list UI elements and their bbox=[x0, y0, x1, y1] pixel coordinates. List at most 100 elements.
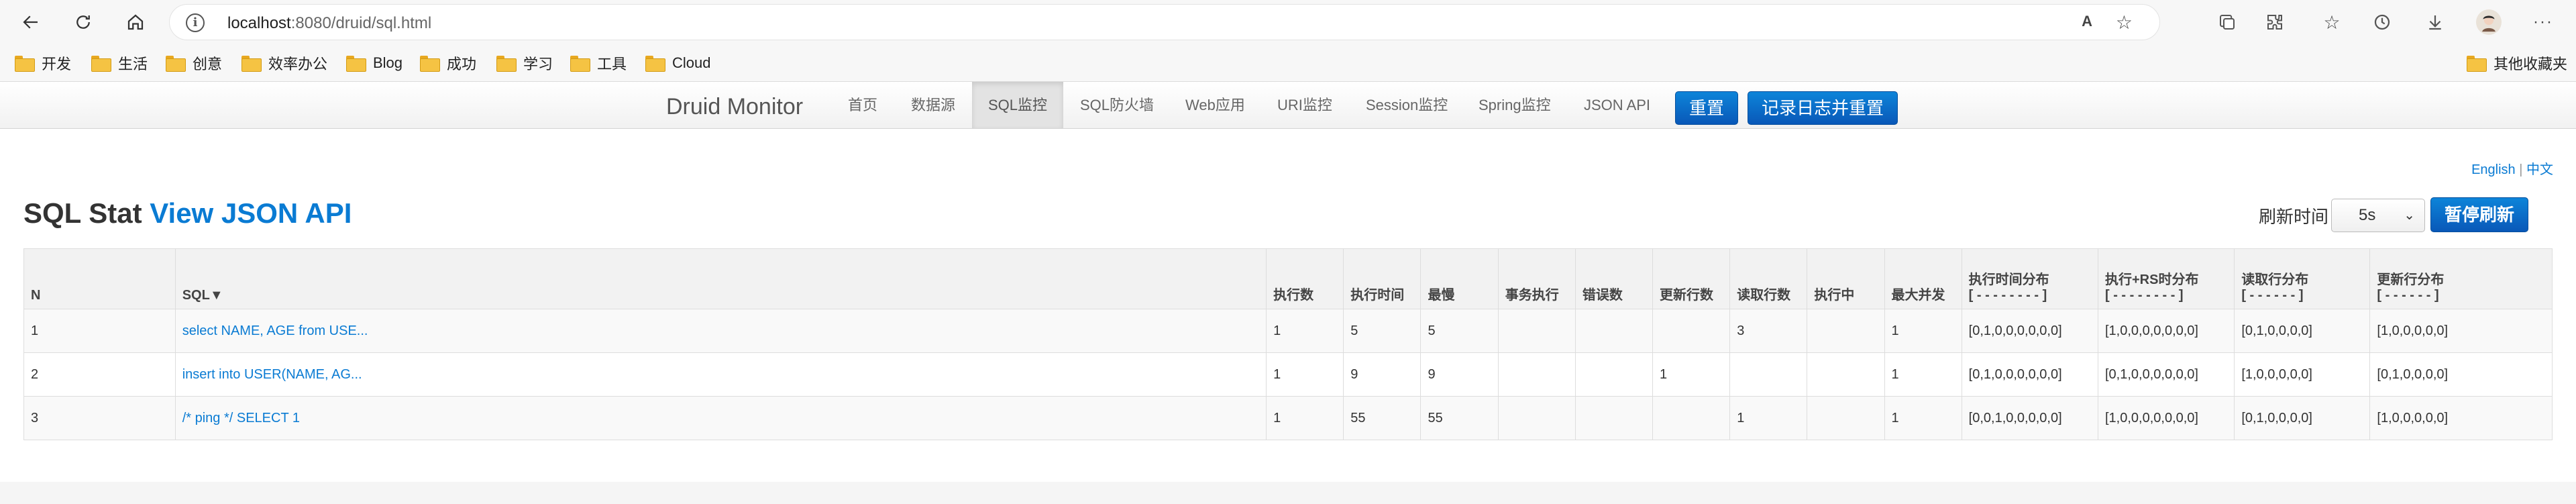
column-header[interactable]: 执行中 bbox=[1807, 248, 1885, 309]
history-icon[interactable] bbox=[2369, 9, 2395, 35]
table-cell: 2 bbox=[23, 352, 176, 397]
favorites-icon[interactable]: ☆ bbox=[2319, 9, 2345, 35]
bookmark-folder[interactable]: 开发 bbox=[15, 52, 71, 74]
nav-datasource[interactable]: 数据源 bbox=[895, 82, 971, 128]
column-header[interactable]: 事务执行 bbox=[1497, 248, 1576, 309]
bookmark-folder[interactable]: 创意 bbox=[166, 52, 222, 74]
bookmark-folder[interactable]: Blog bbox=[346, 52, 402, 74]
folder-icon bbox=[2467, 56, 2487, 72]
folder-icon bbox=[166, 56, 186, 72]
table-cell: 1 bbox=[1652, 352, 1731, 397]
table-cell: [1,0,0,0,0,0,0,0] bbox=[2097, 396, 2235, 440]
page-title: SQL Stat View JSON API bbox=[23, 197, 352, 230]
nav-home[interactable]: 首页 bbox=[832, 82, 894, 128]
table-cell: 9 bbox=[1420, 352, 1499, 397]
lang-chinese-link[interactable]: 中文 bbox=[2526, 162, 2553, 177]
table-header-row: N SQL▼ 执行数 执行时间 最慢 事务执行 错误数 更新行数 读取行数 执行… bbox=[23, 248, 2553, 309]
table-cell bbox=[1497, 396, 1576, 440]
table-cell bbox=[1807, 352, 1885, 397]
table-cell bbox=[1807, 309, 1885, 353]
folder-icon bbox=[496, 56, 517, 72]
bookmark-folder[interactable]: 效率办公 bbox=[241, 52, 327, 74]
column-header[interactable]: 错误数 bbox=[1574, 248, 1654, 309]
table-cell: [1,0,0,0,0,0] bbox=[2369, 396, 2553, 440]
nav-sql-monitor[interactable]: SQL监控 bbox=[972, 82, 1064, 128]
more-icon[interactable]: ··· bbox=[2530, 9, 2556, 35]
nav-json-api[interactable]: JSON API bbox=[1568, 82, 1666, 128]
sql-link[interactable]: insert into USER(NAME, AG... bbox=[174, 352, 1267, 397]
table-cell bbox=[1574, 396, 1654, 440]
table-cell: [0,0,1,0,0,0,0,0] bbox=[1961, 396, 2098, 440]
info-icon[interactable]: i bbox=[186, 13, 205, 32]
table-cell: 9 bbox=[1343, 352, 1421, 397]
nav-sql-firewall[interactable]: SQL防火墙 bbox=[1064, 82, 1170, 128]
lang-english-link[interactable]: English bbox=[2471, 162, 2516, 177]
column-header[interactable]: 执行时间 bbox=[1343, 248, 1421, 309]
folder-icon bbox=[645, 56, 665, 72]
table-cell bbox=[1729, 352, 1808, 397]
column-header: N bbox=[23, 248, 176, 309]
table-cell bbox=[1807, 396, 1885, 440]
bookmark-folder[interactable]: 成功 bbox=[420, 52, 476, 74]
brand-title[interactable]: Druid Monitor bbox=[666, 94, 803, 120]
column-header-sql[interactable]: SQL▼ bbox=[174, 248, 1267, 309]
table-cell: 1 bbox=[1729, 396, 1808, 440]
bookmark-folder[interactable]: Cloud bbox=[645, 52, 710, 74]
sql-link[interactable]: select NAME, AGE from USE... bbox=[174, 309, 1267, 353]
reset-button[interactable]: 重置 bbox=[1675, 91, 1739, 125]
column-header[interactable]: 最大并发 bbox=[1884, 248, 1962, 309]
table-cell: 1 bbox=[1884, 309, 1962, 353]
bookmark-folder[interactable]: 生活 bbox=[91, 52, 148, 74]
table-cell: 55 bbox=[1343, 396, 1421, 440]
table-cell: [1,0,0,0,0,0] bbox=[2369, 309, 2553, 353]
sql-stat-table: N SQL▼ 执行数 执行时间 最慢 事务执行 错误数 更新行数 读取行数 执行… bbox=[23, 248, 2553, 440]
refresh-icon[interactable] bbox=[68, 7, 99, 38]
folder-icon bbox=[91, 56, 111, 72]
table-cell: 5 bbox=[1343, 309, 1421, 353]
table-cell bbox=[1574, 309, 1654, 353]
table-cell: 55 bbox=[1420, 396, 1499, 440]
extensions-icon[interactable] bbox=[2262, 9, 2288, 35]
log-and-reset-button[interactable]: 记录日志并重置 bbox=[1748, 91, 1898, 125]
refresh-interval-select[interactable]: 5s ⌄ bbox=[2331, 199, 2425, 232]
collections-icon[interactable] bbox=[2214, 9, 2240, 35]
table-cell bbox=[1652, 309, 1731, 353]
other-bookmarks[interactable]: 其他收藏夹 bbox=[2467, 52, 2567, 74]
back-icon[interactable] bbox=[15, 7, 46, 38]
profile-icon[interactable] bbox=[2476, 9, 2502, 35]
nav-uri-monitor[interactable]: URI监控 bbox=[1261, 82, 1348, 128]
table-cell: [0,1,0,0,0,0] bbox=[2234, 309, 2371, 353]
read-aloud-icon[interactable]: A bbox=[2082, 13, 2092, 30]
column-header[interactable]: 更新行数 bbox=[1652, 248, 1731, 309]
table-cell: [0,1,0,0,0,0] bbox=[2369, 352, 2553, 397]
nav-web-app[interactable]: Web应用 bbox=[1169, 82, 1261, 128]
column-header: 执行+RS时分布[ - - - - - - - - ] bbox=[2097, 248, 2235, 309]
table-cell: [1,0,0,0,0,0] bbox=[2234, 352, 2371, 397]
refresh-interval-value: 5s bbox=[2359, 206, 2376, 224]
pause-refresh-button[interactable]: 暂停刷新 bbox=[2430, 197, 2529, 232]
column-header: 读取行分布[ - - - - - - ] bbox=[2234, 248, 2371, 309]
table-cell: [0,1,0,0,0,0,0,0] bbox=[2097, 352, 2235, 397]
bookmark-folder[interactable]: 学习 bbox=[496, 52, 553, 74]
home-icon[interactable] bbox=[120, 7, 151, 38]
druid-navbar: Druid Monitor 首页 数据源 SQL监控 SQL防火墙 Web应用 … bbox=[0, 82, 2576, 129]
table-cell: 1 bbox=[1884, 352, 1962, 397]
table-row: 1 select NAME, AGE from USE... 1 5 5 3 1… bbox=[23, 309, 2553, 353]
bookmark-folder[interactable]: 工具 bbox=[570, 52, 627, 74]
downloads-icon[interactable] bbox=[2422, 9, 2448, 35]
column-header[interactable]: 最慢 bbox=[1420, 248, 1499, 309]
folder-icon bbox=[15, 56, 35, 72]
view-json-api-link[interactable]: View JSON API bbox=[150, 197, 352, 229]
table-cell bbox=[1574, 352, 1654, 397]
nav-spring-monitor[interactable]: Spring监控 bbox=[1462, 82, 1567, 128]
url-text[interactable]: localhost:8080/druid/sql.html bbox=[227, 14, 431, 33]
address-bar[interactable]: i localhost:8080/druid/sql.html A ☆ bbox=[169, 4, 2160, 40]
table-cell bbox=[1652, 396, 1731, 440]
column-header[interactable]: 执行数 bbox=[1266, 248, 1344, 309]
column-header[interactable]: 读取行数 bbox=[1729, 248, 1808, 309]
folder-icon bbox=[241, 56, 262, 72]
nav-session-monitor[interactable]: Session监控 bbox=[1350, 82, 1464, 128]
add-favorite-icon[interactable]: ☆ bbox=[2116, 11, 2133, 34]
sql-link[interactable]: /* ping */ SELECT 1 bbox=[174, 396, 1267, 440]
table-cell: 1 bbox=[1884, 396, 1962, 440]
